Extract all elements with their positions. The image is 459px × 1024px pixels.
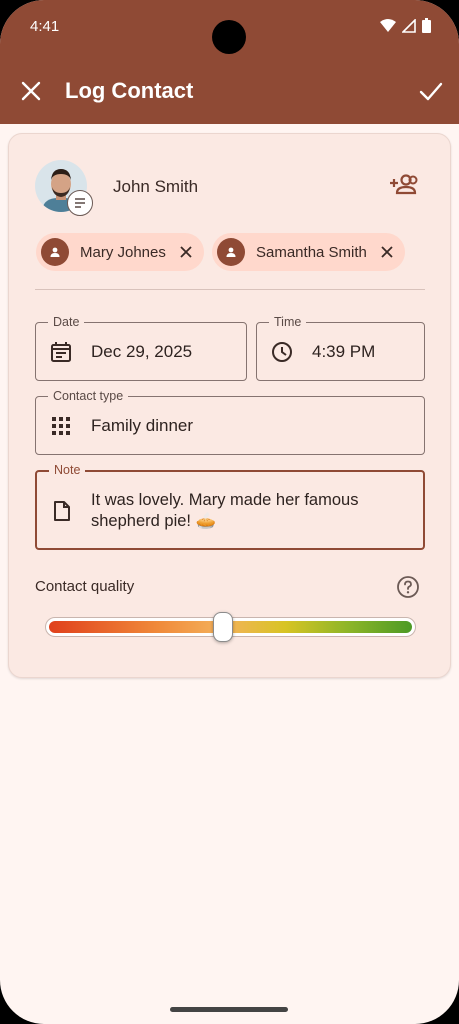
home-indicator[interactable]: [170, 1007, 288, 1012]
person-icon: [41, 238, 69, 266]
note-field[interactable]: Note It was lovely. Mary made her famous…: [35, 462, 425, 550]
phone-screen: 4:41 Log Contact John Smith Mary Johnes …: [0, 0, 459, 1024]
app-bar: 4:41 Log Contact: [0, 0, 459, 124]
calendar-icon: [51, 342, 71, 362]
quality-label: Contact quality: [35, 578, 135, 595]
person-chip[interactable]: Samantha Smith: [212, 233, 405, 271]
help-icon[interactable]: [396, 575, 420, 599]
note-label: Note: [49, 462, 86, 478]
status-bar: 4:41: [0, 0, 459, 56]
grid-icon: [52, 417, 70, 435]
add-person-icon[interactable]: [389, 172, 419, 198]
date-value: Dec 29, 2025: [91, 342, 193, 361]
contact-type-field[interactable]: Contact type Family dinner: [35, 388, 425, 455]
check-icon[interactable]: [417, 78, 445, 104]
contact-card: John Smith Mary Johnes Samantha Smith Da…: [8, 133, 451, 678]
divider: [35, 289, 425, 290]
remove-chip-icon[interactable]: [178, 244, 194, 260]
contact-type-value: Family dinner: [91, 416, 194, 435]
date-label: Date: [48, 314, 85, 330]
chip-label: Samantha Smith: [256, 243, 367, 261]
status-time: 4:41: [30, 18, 60, 35]
time-value: 4:39 PM: [312, 342, 376, 361]
date-field[interactable]: Date Dec 29, 2025: [35, 314, 247, 381]
time-field[interactable]: Time 4:39 PM: [256, 314, 425, 381]
signal-icon: [402, 18, 416, 33]
quality-slider-thumb[interactable]: [213, 612, 234, 642]
chat-badge[interactable]: [67, 190, 93, 216]
person-icon: [217, 238, 245, 266]
note-value: It was lovely. Mary made her famous shep…: [91, 491, 359, 530]
clock-icon: [272, 342, 292, 362]
person-chip[interactable]: Mary Johnes: [36, 233, 204, 271]
close-icon[interactable]: [18, 78, 44, 104]
contact-name: John Smith: [113, 177, 199, 196]
battery-icon: [422, 18, 431, 33]
contact-type-label: Contact type: [48, 388, 129, 404]
page-title: Log Contact: [65, 78, 194, 103]
note-icon: [54, 501, 70, 521]
camera-cutout: [212, 20, 246, 54]
status-icons: [380, 18, 431, 33]
remove-chip-icon[interactable]: [379, 244, 395, 260]
chip-label: Mary Johnes: [80, 243, 166, 261]
chat-icon: [75, 198, 85, 208]
wifi-icon: [380, 18, 396, 32]
time-label: Time: [269, 314, 307, 330]
